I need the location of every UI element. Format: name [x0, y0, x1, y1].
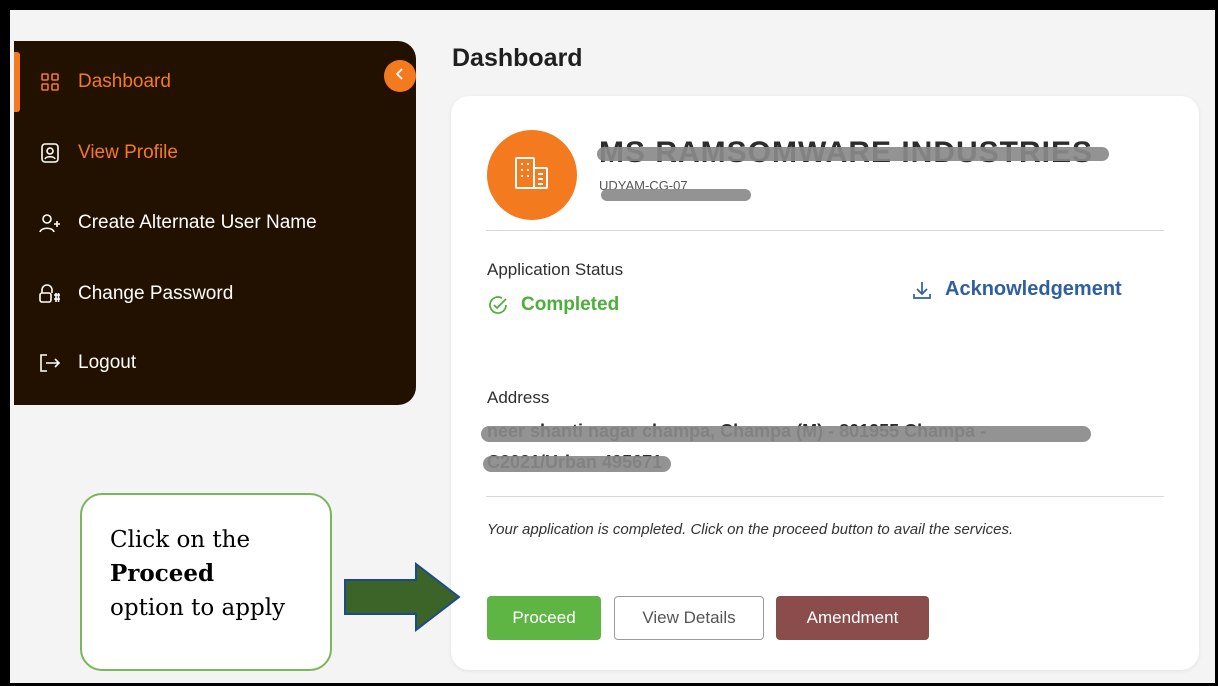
proceed-button[interactable]: Proceed [487, 596, 601, 640]
divider [486, 230, 1164, 231]
sidebar-item-view-profile[interactable]: View Profile [14, 131, 416, 175]
completion-note: Your application is completed. Click on … [487, 521, 1014, 538]
sidebar-collapse-button[interactable] [384, 60, 416, 92]
acknowledgement-label: Acknowledgement [945, 278, 1122, 300]
sidebar-item-dashboard[interactable]: Dashboard [14, 52, 416, 112]
sidebar-item-create-alternate-user[interactable]: Create Alternate User Name [14, 201, 416, 245]
grid-icon [38, 70, 62, 94]
callout-line-3: option to apply [110, 595, 286, 621]
amendment-button[interactable]: Amendment [776, 596, 929, 640]
sidebar-item-label: View Profile [78, 142, 178, 163]
status-completed: Completed [487, 294, 619, 316]
view-details-button[interactable]: View Details [614, 596, 764, 640]
download-icon [911, 279, 933, 301]
callout-line-1: Click on the [110, 527, 251, 553]
logout-icon [38, 351, 62, 375]
callout-line-2: Proceed [110, 560, 215, 587]
page-title: Dashboard [452, 44, 583, 72]
chevron-left-icon [394, 67, 406, 86]
redaction-mark [483, 456, 671, 472]
application-status-label: Application Status [487, 260, 624, 279]
profile-icon [38, 141, 62, 165]
sidebar-item-label: Dashboard [78, 71, 171, 92]
pointer-arrow-icon [344, 562, 461, 632]
redaction-mark [597, 147, 1109, 161]
sidebar-item-label: Logout [78, 352, 137, 373]
sidebar-item-label: Create Alternate User Name [78, 212, 317, 233]
divider [486, 496, 1164, 497]
password-lock-icon [38, 282, 62, 306]
status-value: Completed [521, 294, 620, 315]
address-label: Address [487, 388, 550, 407]
sidebar: Dashboard View Profile Create Alternate … [14, 41, 416, 405]
application-card: MS RAMSOMWARE INDUSTRIES UDYAM-CG-07 App… [451, 96, 1199, 670]
acknowledgement-link[interactable]: Acknowledgement [911, 278, 1122, 301]
building-icon [513, 155, 551, 196]
company-avatar [487, 130, 577, 220]
sidebar-item-label: Change Password [78, 283, 234, 304]
add-user-icon [38, 211, 62, 235]
redaction-mark [601, 189, 751, 201]
active-indicator [14, 52, 20, 112]
check-circle-icon [487, 294, 509, 316]
sidebar-item-change-password[interactable]: Change Password [14, 272, 416, 316]
sidebar-item-logout[interactable]: Logout [14, 341, 416, 385]
instruction-callout: Click on the Proceed option to apply [80, 493, 332, 671]
redaction-mark [481, 426, 1091, 442]
